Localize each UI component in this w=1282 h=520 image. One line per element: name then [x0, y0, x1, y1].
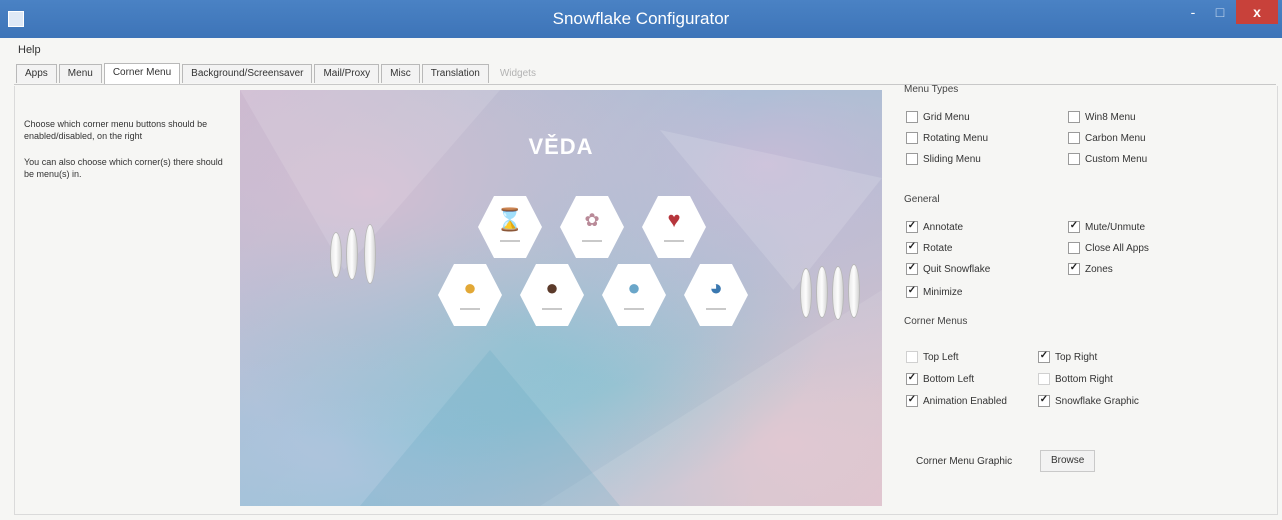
- close-all-apps-checkbox[interactable]: Close All Apps: [1068, 241, 1149, 255]
- checkbox-box[interactable]: [906, 263, 918, 275]
- checkbox-label: Sliding Menu: [923, 153, 981, 165]
- checkbox-label: Top Right: [1055, 351, 1098, 363]
- planet-icon: ◕: [684, 264, 748, 326]
- checkbox-label: Minimize: [923, 286, 963, 298]
- tab-menu[interactable]: Menu: [58, 64, 102, 83]
- tab-strip: Apps Menu Corner Menu Background/Screens…: [16, 63, 547, 84]
- checkbox-label: Rotating Menu: [923, 132, 989, 144]
- corner-button-right: [832, 266, 844, 320]
- bear-icon: ●: [520, 264, 584, 326]
- bottom-right-checkbox[interactable]: Bottom Right: [1038, 372, 1113, 386]
- corner-button-right: [800, 268, 812, 318]
- checkbox-box[interactable]: [906, 351, 918, 363]
- tab-mail-proxy[interactable]: Mail/Proxy: [314, 64, 380, 83]
- top-left-checkbox[interactable]: Top Left: [906, 350, 959, 364]
- sliding-menu-checkbox[interactable]: Sliding Menu: [906, 152, 981, 166]
- checkbox-box[interactable]: [1068, 242, 1080, 254]
- maximize-button[interactable]: □: [1208, 0, 1232, 24]
- carbon-menu-checkbox[interactable]: Carbon Menu: [1068, 131, 1146, 145]
- menu-bar: Help: [18, 44, 41, 56]
- minimize-checkbox[interactable]: Minimize: [906, 285, 962, 299]
- checkbox-box[interactable]: [1068, 111, 1080, 123]
- mute-unmute-checkbox[interactable]: Mute/Unmute: [1068, 220, 1145, 234]
- hourglass-icon: ⌛: [478, 196, 542, 258]
- checkbox-label: Carbon Menu: [1085, 132, 1146, 144]
- checkbox-label: Close All Apps: [1085, 242, 1149, 254]
- zones-checkbox[interactable]: Zones: [1068, 262, 1113, 276]
- preview-title: VĚDA: [528, 134, 594, 159]
- checkbox-label: Win8 Menu: [1085, 111, 1136, 123]
- checkbox-label: Animation Enabled: [923, 395, 1007, 407]
- checkbox-box[interactable]: [906, 242, 918, 254]
- checkbox-label: Rotate: [923, 242, 953, 254]
- instructions-line-2: You can also choose which corner(s) ther…: [24, 157, 223, 179]
- tab-apps[interactable]: Apps: [16, 64, 57, 83]
- lightbulb-icon: ●: [438, 264, 502, 326]
- checkbox-label: Bottom Right: [1055, 373, 1113, 385]
- checkbox-box[interactable]: [1038, 373, 1050, 385]
- checkbox-box[interactable]: [1068, 221, 1080, 233]
- checkbox-label: Zones: [1085, 263, 1113, 275]
- tab-translation[interactable]: Translation: [421, 64, 489, 83]
- snowflake-graphic-checkbox[interactable]: Snowflake Graphic: [1038, 394, 1139, 408]
- annotate-checkbox[interactable]: Annotate: [906, 220, 963, 234]
- checkbox-box[interactable]: [1068, 132, 1080, 144]
- checkbox-box[interactable]: [1068, 263, 1080, 275]
- custom-menu-checkbox[interactable]: Custom Menu: [1068, 152, 1147, 166]
- animation-enabled-checkbox[interactable]: Animation Enabled: [906, 394, 1007, 408]
- window-title: Snowflake Configurator: [552, 9, 730, 28]
- title-bar: Snowflake Configurator - □ x: [0, 0, 1282, 38]
- background-facet: [360, 350, 620, 506]
- globe-icon: ●: [602, 264, 666, 326]
- corner-button-left: [330, 232, 342, 278]
- corner-button-right: [816, 266, 828, 318]
- microscope-icon: ✿: [560, 196, 624, 258]
- checkbox-label: Annotate: [923, 221, 964, 233]
- rotate-checkbox[interactable]: Rotate: [906, 241, 952, 255]
- checkbox-label: Quit Snowflake: [923, 263, 991, 275]
- checkbox-box[interactable]: [1038, 395, 1050, 407]
- checkbox-box[interactable]: [906, 153, 918, 165]
- checkbox-box[interactable]: [906, 132, 918, 144]
- checkbox-box[interactable]: [906, 286, 918, 298]
- tab-misc[interactable]: Misc: [381, 64, 420, 83]
- checkbox-label: Snowflake Graphic: [1055, 395, 1139, 407]
- settings-panel: Menu Types Grid Menu Rotating Menu Slidi…: [904, 84, 1264, 494]
- tab-widgets: Widgets: [499, 68, 536, 79]
- corner-button-left: [346, 228, 358, 280]
- checkbox-box[interactable]: [906, 395, 918, 407]
- corner-menu-preview: VĚDA ⌛ ✿ ♥ ● ● ● ◕: [240, 90, 882, 506]
- checkbox-box[interactable]: [906, 373, 918, 385]
- rotating-menu-checkbox[interactable]: Rotating Menu: [906, 131, 988, 145]
- top-right-checkbox[interactable]: Top Right: [1038, 350, 1097, 364]
- menu-help[interactable]: Help: [18, 44, 41, 56]
- checkbox-label: Top Left: [923, 351, 959, 363]
- close-button[interactable]: x: [1236, 0, 1278, 24]
- quit-snowflake-checkbox[interactable]: Quit Snowflake: [906, 262, 990, 276]
- win8-menu-checkbox[interactable]: Win8 Menu: [1068, 110, 1136, 124]
- menu-types-heading: Menu Types: [904, 84, 959, 95]
- corner-menus-heading: Corner Menus: [904, 316, 968, 327]
- heart-icon: ♥: [642, 196, 706, 258]
- checkbox-box[interactable]: [906, 111, 918, 123]
- tab-background-screensaver[interactable]: Background/Screensaver: [182, 64, 313, 83]
- instructions-line-1: Choose which corner menu buttons should …: [24, 119, 208, 141]
- checkbox-label: Bottom Left: [923, 373, 975, 385]
- general-heading: General: [904, 194, 940, 205]
- tab-corner-menu[interactable]: Corner Menu: [103, 63, 181, 84]
- checkbox-label: Custom Menu: [1085, 153, 1148, 165]
- checkbox-box[interactable]: [1038, 351, 1050, 363]
- browse-button[interactable]: Browse: [1040, 450, 1096, 472]
- corner-button-left: [364, 224, 376, 284]
- checkbox-box[interactable]: [906, 221, 918, 233]
- checkbox-label: Grid Menu: [923, 111, 970, 123]
- grid-menu-checkbox[interactable]: Grid Menu: [906, 110, 970, 124]
- checkbox-box[interactable]: [1068, 153, 1080, 165]
- bottom-left-checkbox[interactable]: Bottom Left: [906, 372, 974, 386]
- instructions: Choose which corner menu buttons should …: [24, 118, 234, 194]
- corner-menu-graphic-label: Corner Menu Graphic: [916, 456, 1013, 467]
- corner-button-right: [848, 264, 860, 318]
- checkbox-label: Mute/Unmute: [1085, 221, 1146, 233]
- minimize-button[interactable]: -: [1182, 0, 1204, 24]
